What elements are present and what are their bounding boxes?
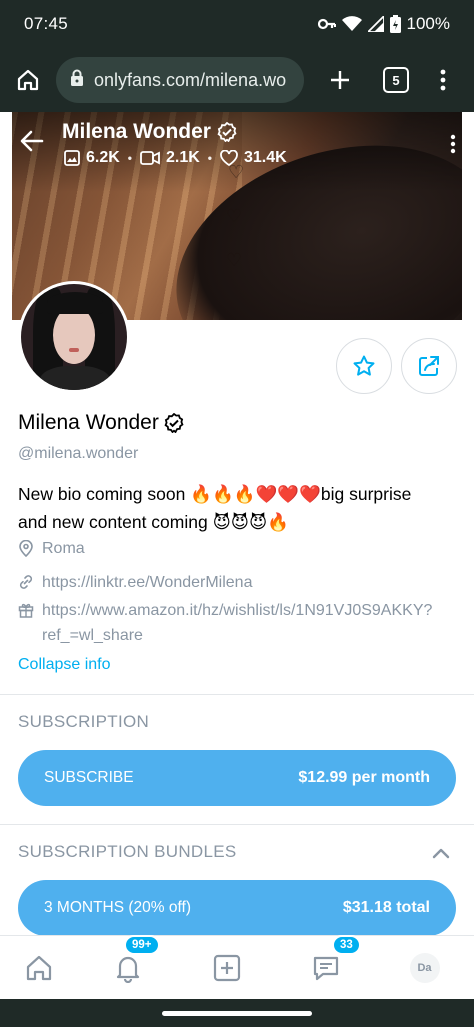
videos-stat: 2.1K xyxy=(140,149,200,167)
home-gesture-handle[interactable] xyxy=(162,1010,312,1016)
website-link[interactable]: https://linktr.ee/WonderMilena xyxy=(42,570,252,595)
divider xyxy=(0,824,474,825)
nav-notifications[interactable]: 99+ xyxy=(78,934,177,983)
add-to-favorites-button[interactable] xyxy=(336,338,392,394)
collapse-info-link[interactable]: Collapse info xyxy=(18,656,111,674)
subscription-section-title: SUBSCRIPTION xyxy=(18,712,150,731)
add-square-icon xyxy=(213,954,240,981)
avatar[interactable] xyxy=(18,281,130,393)
photos-stat: 6.2K xyxy=(64,149,120,167)
heart-decoration: ♡ xyxy=(226,206,243,226)
messages-badge: 33 xyxy=(332,934,361,955)
wishlist-link-row[interactable]: https://www.amazon.it/hz/wishlist/ls/1N9… xyxy=(18,598,458,648)
more-vertical-icon xyxy=(450,134,456,154)
home-icon xyxy=(17,69,39,91)
bottom-nav: 99+ 33 Da xyxy=(0,934,474,999)
cell-signal-icon xyxy=(367,16,384,32)
cover-stats: 6.2K • 2.1K • 31.4K xyxy=(64,149,287,167)
lock-icon xyxy=(70,69,84,92)
battery-percent: 100% xyxy=(406,14,450,33)
share-button[interactable] xyxy=(401,338,457,394)
new-tab-button[interactable] xyxy=(304,69,376,91)
link-icon xyxy=(18,574,34,590)
location-row: Roma xyxy=(18,536,85,561)
bell-icon xyxy=(116,956,139,983)
gift-icon xyxy=(18,602,34,618)
heart-decoration: ♡ xyxy=(226,250,243,270)
subscribe-button[interactable]: SUBSCRIBE $12.99 per month xyxy=(18,750,456,806)
battery-icon xyxy=(389,15,401,33)
wifi-icon xyxy=(341,16,362,32)
home-button[interactable] xyxy=(0,68,56,92)
location-pin-icon xyxy=(18,540,34,557)
nav-create-post[interactable] xyxy=(177,954,276,982)
back-arrow-icon xyxy=(20,130,44,152)
bundle-button[interactable]: 3 MONTHS (20% off) $31.18 total xyxy=(18,880,456,936)
notifications-badge: 99+ xyxy=(124,934,160,955)
address-bar[interactable]: onlyfans.com/milena.wo xyxy=(56,57,304,103)
vpn-key-icon xyxy=(317,17,336,31)
home-icon xyxy=(26,955,52,980)
plus-icon xyxy=(331,71,349,89)
divider xyxy=(0,694,474,695)
wishlist-link[interactable]: https://www.amazon.it/hz/wishlist/ls/1N9… xyxy=(42,598,432,648)
verified-icon xyxy=(164,413,184,433)
cover-header: Milena Wonder 6.2K • 2.1K • 31.4K xyxy=(12,112,462,192)
nav-home[interactable] xyxy=(0,953,78,983)
profile-name: Milena Wonder xyxy=(18,411,184,435)
gesture-bar xyxy=(0,999,474,1027)
profile-bio: New bio coming soon 🔥🔥🔥❤️❤️❤️big surpris… xyxy=(18,484,412,532)
browser-toolbar: onlyfans.com/milena.wo 5 xyxy=(0,48,474,112)
browser-menu-button[interactable] xyxy=(416,69,470,91)
collapse-bundles-button[interactable] xyxy=(430,842,452,869)
likes-stat: 31.4K xyxy=(220,149,287,167)
star-icon xyxy=(353,355,375,376)
bundles-section-title: SUBSCRIPTION BUNDLES xyxy=(18,842,237,861)
tab-count: 5 xyxy=(383,67,409,93)
back-button[interactable] xyxy=(20,130,44,157)
nav-profile[interactable]: Da xyxy=(375,952,474,983)
verified-icon xyxy=(217,122,237,142)
status-icons: 100% xyxy=(317,14,450,34)
nav-messages[interactable]: 33 xyxy=(276,934,375,983)
status-bar: 07:45 100% xyxy=(0,0,474,48)
video-icon xyxy=(140,151,160,165)
tab-switcher-button[interactable]: 5 xyxy=(376,67,416,93)
user-avatar: Da xyxy=(409,952,440,983)
profile-handle: @milena.wonder xyxy=(18,445,139,462)
status-time: 07:45 xyxy=(24,14,69,33)
website-link-row[interactable]: https://linktr.ee/WonderMilena xyxy=(18,570,252,595)
url-text: onlyfans.com/milena.wo xyxy=(94,69,287,90)
more-vertical-icon xyxy=(440,69,446,91)
share-icon xyxy=(419,356,439,376)
cover-profile-name: Milena Wonder xyxy=(62,120,237,144)
heart-icon xyxy=(220,150,238,166)
profile-menu-button[interactable] xyxy=(450,134,456,159)
message-icon xyxy=(313,956,338,980)
image-icon xyxy=(64,150,80,166)
chevron-up-icon xyxy=(432,848,450,859)
